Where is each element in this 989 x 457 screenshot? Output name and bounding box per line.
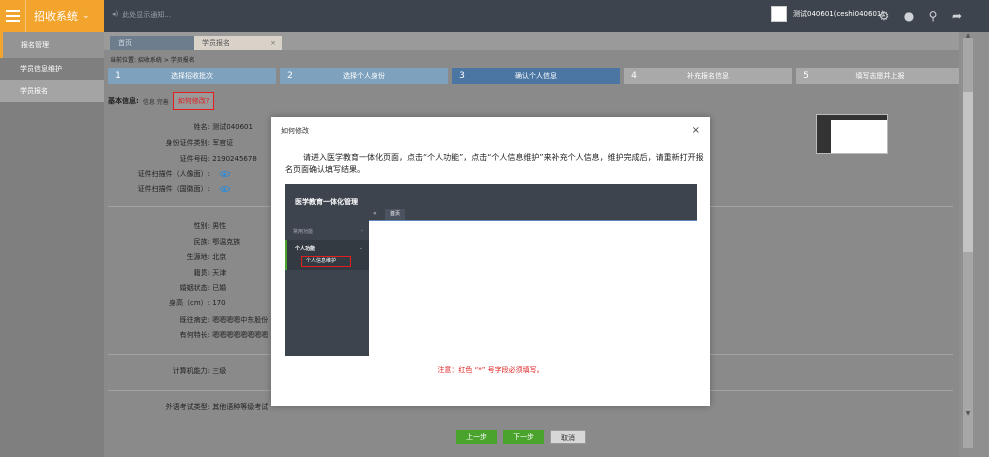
scrollbar[interactable]: ▲ ▼ [959, 32, 989, 457]
tab-home[interactable]: 首页 [110, 36, 194, 50]
user-name: 测试040601(ceshi040601) [793, 10, 885, 18]
eye-icon[interactable] [220, 186, 231, 192]
how-to-edit-link[interactable]: 如何修改? [172, 92, 215, 110]
user-settings-icon[interactable]: ⚲ [926, 9, 940, 23]
field-marital-status: 婚姻状态: 已婚 [179, 284, 227, 292]
scroll-down-icon[interactable]: ▼ [963, 410, 973, 418]
sidebar-item-student-info[interactable]: 学员信息维护 [0, 58, 104, 80]
dialog-instructions: 请进入医学教育一体化页面，点击“个人功能”，点击“个人信息维护”来补充个人信息，… [285, 153, 704, 174]
field-specialty: 有何特长: 嗯嗯嗯嗯嗯嗯嗯嗯 [179, 331, 269, 339]
demo-menu-common: 常用功能 › [293, 228, 363, 235]
how-to-edit-dialog: 如何修改 × 请进入医学教育一体化页面，点击“个人功能”，点击“个人信息维护”来… [271, 117, 710, 406]
notice-bar: ◂) 此处显示通知... [112, 10, 171, 20]
field-native-place: 籍贯: 天津 [193, 269, 227, 277]
prev-step-button[interactable]: 上一步 [456, 430, 497, 444]
sidebar: 报名管理 学员信息维护 学员报名 [0, 32, 104, 457]
logout-icon[interactable]: ➦ [950, 9, 964, 23]
instruction-screenshot: 医学教育一体化管理 « 首页 常用功能 › 个人功能 ⌄ 个人信息维护 [285, 184, 697, 356]
field-name: 姓名: 测试040601 [193, 123, 253, 131]
screenshot-preview[interactable] [816, 114, 888, 154]
required-field-note: 注意：红色 “*” 号字段必须填写。 [437, 366, 544, 374]
notice-text: 此处显示通知... [122, 11, 171, 19]
scroll-up-icon[interactable]: ▲ [963, 32, 973, 40]
base-info-header: 基本信息: 信息 完善 如何修改? [108, 92, 215, 110]
base-info-label: 基本信息: [108, 97, 139, 105]
sidebar-head[interactable]: 报名管理 [0, 32, 104, 58]
field-origin: 生源地: 北京 [186, 253, 227, 261]
step-5: 5 填写志愿并上报 [796, 68, 964, 84]
step-4: 4 补充报名信息 [624, 68, 792, 84]
field-id-number: 证件号码: 2190245678 [179, 155, 257, 163]
field-height: 身高（cm）: 170 [168, 299, 226, 307]
gear-icon[interactable]: ⚙ [877, 9, 891, 23]
tab-student-signup[interactable]: 学员报名 × [194, 36, 282, 50]
cancel-button[interactable]: 取消 [550, 430, 586, 444]
field-id-type: 身份证件类别: 军官证 [165, 139, 234, 147]
scrollbar-thumb[interactable] [963, 92, 973, 252]
field-computer-skill: 计算机能力: 三级 [172, 367, 227, 375]
close-icon[interactable]: × [692, 125, 700, 136]
field-id-scan-back: 证件扫描件（国徽面）: [124, 184, 231, 194]
user-info[interactable]: 测试040601(ceshi040601) [771, 6, 884, 22]
demo-sidebar: 常用功能 › 个人功能 ⌄ 个人信息维护 [285, 220, 369, 356]
step-3: 3 确认个人信息 [452, 68, 620, 84]
menu-toggle-icon[interactable] [0, 0, 26, 32]
demo-menu-personal: 个人功能 ⌄ 个人信息维护 [285, 240, 369, 270]
avatar [771, 6, 787, 22]
speaker-icon: ◂) [112, 10, 119, 18]
base-info-hint: 信息 完善 [142, 98, 169, 106]
top-bar: 招收系统 ⌄ ◂) 此处显示通知... 测试040601(ceshi040601… [0, 0, 989, 32]
dialog-title: 如何修改 [281, 127, 309, 135]
field-medical-history: 既往病史: 嗯嗯嗯嗯中东股份 [179, 316, 269, 324]
tab-bar: 首页 学员报名 × [104, 32, 959, 50]
system-switcher[interactable]: 招收系统 ⌄ [0, 0, 104, 32]
demo-brand: 医学教育一体化管理 [295, 198, 358, 206]
double-chevron-left-icon: « [373, 210, 377, 217]
step-2: 2 选择个人身份 [280, 68, 448, 84]
form-actions: 上一步 下一步 取消 [456, 430, 586, 444]
field-ethnicity: 民族: 鄂温克族 [193, 238, 241, 246]
next-step-button[interactable]: 下一步 [503, 430, 544, 444]
system-name: 招收系统 [34, 10, 78, 23]
chevron-down-icon: ⌄ [82, 11, 90, 21]
sidebar-item-student-signup[interactable]: 学员报名 [0, 80, 104, 102]
demo-tab-home: 首页 [385, 209, 405, 220]
field-gender: 性别: 男性 [193, 222, 227, 230]
step-progress: 1 选择招收批次 2 选择个人身份 3 确认个人信息 4 补充报名信息 5 填写… [108, 68, 964, 84]
field-language-exam: 外语考试类型: 其他语种等级考试 [165, 403, 269, 411]
step-1: 1 选择招收批次 [108, 68, 276, 84]
breadcrumb: 当前位置: 招收系统 > 学员报名 [110, 57, 195, 64]
field-id-scan-front: 证件扫描件（人像面）: [124, 169, 231, 179]
help-icon[interactable]: ● [902, 9, 916, 23]
tab-label: 学员报名 [202, 39, 230, 47]
demo-menu-personal-info: 个人信息维护 [301, 256, 351, 267]
eye-icon[interactable] [220, 171, 231, 177]
close-icon[interactable]: × [270, 36, 276, 50]
